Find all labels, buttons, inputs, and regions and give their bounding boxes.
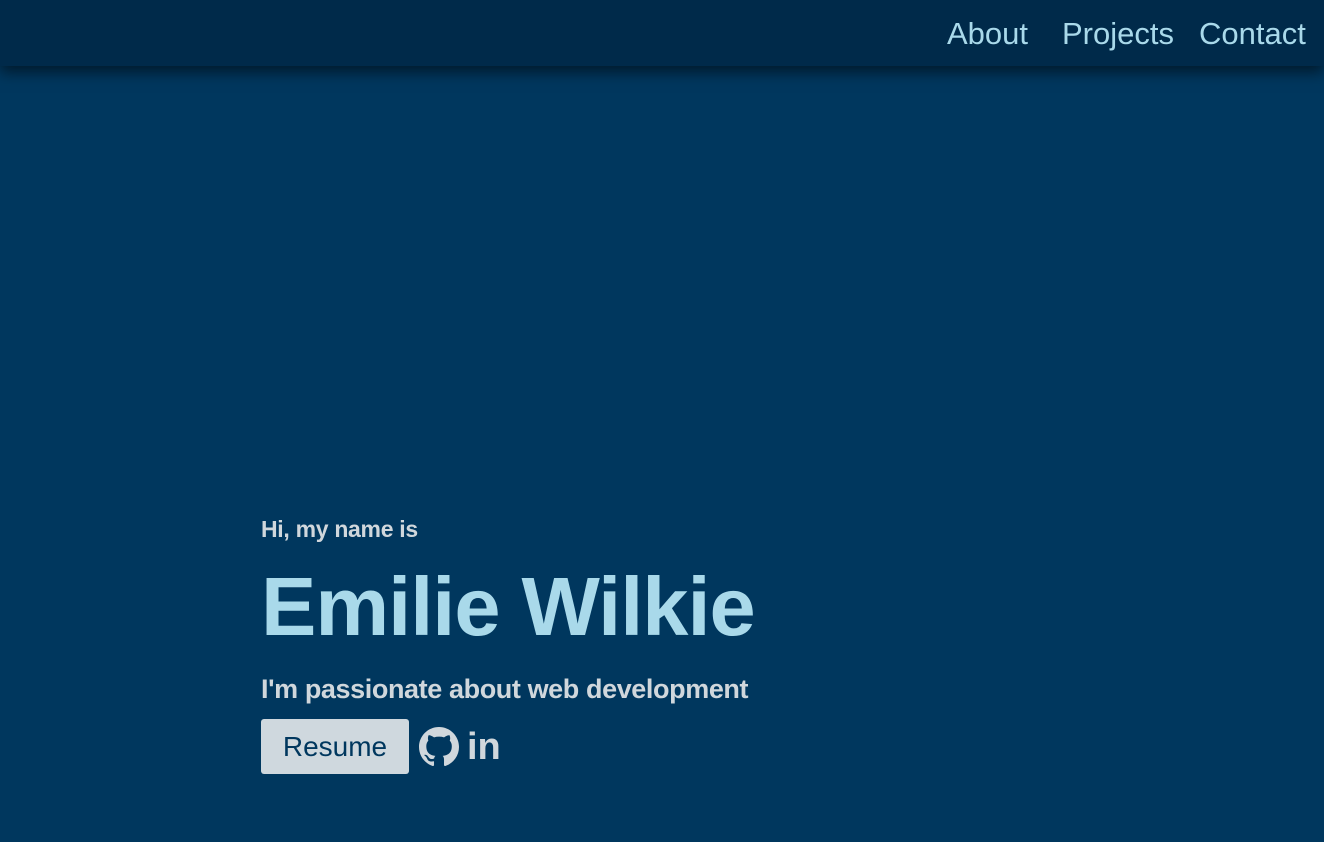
hero-tagline: I'm passionate about web development xyxy=(261,674,749,704)
resume-button[interactable]: Resume xyxy=(261,719,409,774)
nav-link-projects[interactable]: Projects xyxy=(1062,14,1174,54)
nav-link-contact[interactable]: Contact xyxy=(1199,14,1306,54)
hero-section: Hi, my name is Emilie Wilkie I'm passion… xyxy=(261,512,1061,774)
hero-actions: Resume in xyxy=(261,719,1061,774)
hero-name: Emilie Wilkie xyxy=(261,560,756,653)
github-link[interactable] xyxy=(419,726,459,767)
nav-link-about[interactable]: About xyxy=(947,14,1028,54)
github-icon xyxy=(419,726,459,766)
linkedin-icon: in xyxy=(467,727,501,767)
linkedin-link[interactable]: in xyxy=(467,727,505,767)
top-navbar: About Projects Contact xyxy=(0,0,1324,66)
svg-text:in: in xyxy=(467,727,501,767)
hero-greeting: Hi, my name is xyxy=(261,516,418,542)
